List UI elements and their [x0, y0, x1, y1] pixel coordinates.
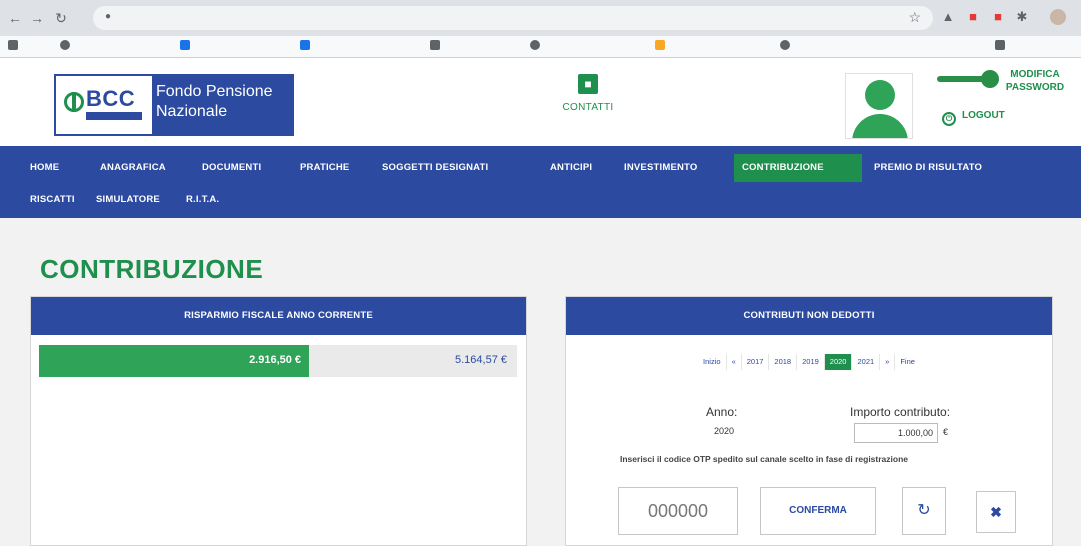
logo-text: BCC [86, 86, 136, 111]
pager-2020[interactable]: 2020 [823, 354, 852, 370]
year-pager: Inizio «2017 2018 2019 2020 2021» Fine [566, 354, 1052, 370]
bookmark-item[interactable] [530, 40, 544, 52]
profile-avatar-icon[interactable] [1050, 9, 1066, 25]
nav-anagrafica[interactable]: ANAGRAFICA [92, 156, 174, 180]
contributi-non-dedotti-heading: CONTRIBUTI NON DEDOTTI [566, 297, 1052, 335]
pager-next[interactable]: » [879, 354, 894, 370]
anno-label: Anno: [706, 405, 738, 419]
logout-label: LOGOUT [962, 110, 1005, 121]
logout-link[interactable]: ⏻ LOGOUT [942, 110, 1005, 126]
bookmark-item[interactable] [60, 40, 74, 52]
refresh-icon[interactable]: ↻ [902, 487, 946, 535]
nav-documenti[interactable]: DOCUMENTI [194, 156, 269, 180]
user-avatar[interactable] [845, 73, 913, 139]
page-title: CONTRIBUZIONE [40, 254, 264, 284]
importo-input[interactable]: 1.000,00 [854, 423, 938, 443]
logo-title-line1: Fondo Pensione [156, 83, 273, 100]
logo-title-line2: Nazionale [156, 103, 228, 120]
close-icon[interactable]: ✖ [976, 491, 1016, 533]
reading-list-icon[interactable] [995, 40, 1009, 52]
extension-icon[interactable]: ▲ [940, 9, 956, 25]
pager-2017[interactable]: 2017 [740, 354, 769, 370]
change-password-line2: PASSWORD [1005, 82, 1065, 93]
bookmark-item[interactable] [300, 40, 314, 52]
nav-contribuzione[interactable]: CONTRIBUZIONE [734, 154, 862, 182]
pager-last[interactable]: Fine [894, 354, 920, 370]
power-icon: ⏻ [942, 112, 956, 126]
risparmio-progress: 2.916,50 € 5.164,57 € [39, 345, 517, 377]
bookmark-item[interactable] [780, 40, 794, 52]
pager-2018[interactable]: 2018 [768, 354, 796, 370]
browser-toolbar: ← → ↻ ● ☆ ▲ ■ ■ ✱ [0, 0, 1081, 36]
confirm-button[interactable]: CONFERMA [760, 487, 876, 535]
lock-icon: ● [105, 11, 112, 22]
back-icon[interactable]: ← [6, 9, 24, 27]
contacts-label: CONTATTI [562, 102, 614, 113]
risparmio-progress-fill: 2.916,50 € [39, 345, 310, 377]
bookmark-star-icon[interactable]: ☆ [908, 9, 921, 26]
importo-label: Importo contributo: [850, 405, 951, 419]
pager-2019[interactable]: 2019 [796, 354, 824, 370]
bcc-logo[interactable]: BCC Fondo Pensione Nazionale [54, 74, 294, 136]
nav-premio-di-risultato[interactable]: PREMIO DI RISULTATO [866, 156, 990, 180]
nav-anticipi[interactable]: ANTICIPI [542, 156, 600, 180]
address-bar[interactable]: ● ☆ [93, 6, 933, 30]
puzzle-icon[interactable]: ✱ [1014, 9, 1030, 25]
change-password-line1: MODIFICA [1010, 69, 1060, 80]
pager-first[interactable]: Inizio [698, 354, 726, 370]
otp-instructions: Inserisci il codice OTP spedito sul cana… [620, 454, 908, 464]
avatar-head [865, 80, 895, 110]
anno-value: 2020 [714, 426, 735, 436]
otp-input[interactable]: 000000 [618, 487, 738, 535]
logo-subbar [86, 112, 142, 120]
extension-icon[interactable]: ■ [990, 9, 1006, 25]
apps-icon[interactable] [8, 40, 22, 52]
site-header: BCC Fondo Pensione Nazionale ■ CONTATTI … [0, 58, 1081, 146]
forward-icon[interactable]: → [28, 9, 46, 27]
bookmark-item[interactable] [655, 40, 669, 52]
nav-riscatti[interactable]: RISCATTI [22, 188, 83, 212]
pager-prev[interactable]: « [725, 354, 741, 370]
bcc-symbol-icon [64, 92, 84, 112]
contacts-icon: ■ [578, 74, 598, 94]
change-password-link[interactable]: MODIFICA PASSWORD [990, 68, 1080, 94]
main-content: CONTRIBUZIONE RISPARMIO FISCALE ANNO COR… [0, 218, 1081, 546]
nav-pratiche[interactable]: PRATICHE [292, 156, 357, 180]
risparmio-fiscale-panel: RISPARMIO FISCALE ANNO CORRENTE 2.916,50… [30, 296, 527, 546]
risparmio-total-value: 5.164,57 € [455, 354, 507, 366]
bookmark-item[interactable] [180, 40, 194, 52]
importo-currency: € [943, 427, 949, 437]
logo-title: Fondo Pensione Nazionale [152, 76, 292, 134]
risparmio-used-value: 2.916,50 € [249, 354, 302, 366]
nav-simulatore[interactable]: SIMULATORE [88, 188, 168, 212]
contributi-non-dedotti-panel: CONTRIBUTI NON DEDOTTI Inizio «2017 2018 20… [565, 296, 1053, 546]
nav-soggetti-designati[interactable]: SOGGETTI DESIGNATI [374, 156, 496, 180]
contacts-link[interactable]: ■ CONTATTI [558, 74, 618, 113]
extension-icon[interactable]: ■ [965, 9, 981, 25]
bookmarks-bar [0, 36, 1081, 58]
nav-home[interactable]: HOME [22, 156, 67, 180]
reload-icon[interactable]: ↻ [52, 9, 70, 27]
avatar-body [852, 114, 908, 138]
pager-2021[interactable]: 2021 [851, 354, 879, 370]
nav-investimento[interactable]: INVESTIMENTO [616, 156, 705, 180]
logo-mark: BCC [56, 76, 152, 134]
risparmio-fiscale-heading: RISPARMIO FISCALE ANNO CORRENTE [31, 297, 526, 335]
bookmark-item[interactable] [430, 40, 444, 52]
main-nav: HOME ANAGRAFICA DOCUMENTI PRATICHE SOGGE… [0, 146, 1081, 218]
nav-rita[interactable]: R.I.T.A. [178, 188, 227, 212]
